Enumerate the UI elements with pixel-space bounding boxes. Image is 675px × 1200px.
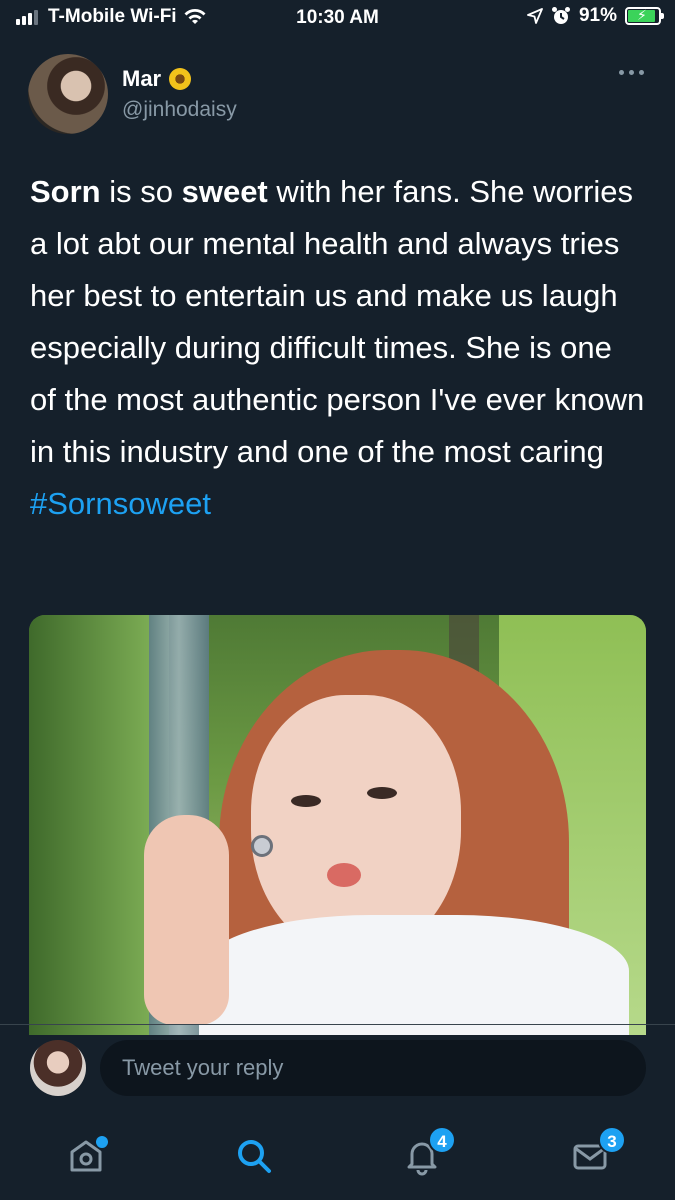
more-options-icon[interactable] — [619, 70, 644, 75]
battery-icon: ⚡ — [625, 7, 664, 25]
tweet-text: Sorn is so sweet with her fans. She worr… — [30, 166, 645, 530]
bold-sweet: sweet — [181, 174, 268, 209]
bottom-nav: 4 3 — [0, 1110, 675, 1200]
user-avatar[interactable] — [30, 1040, 86, 1096]
status-bar: T-Mobile Wi-Fi 10:30 AM 91% ⚡ — [0, 0, 675, 36]
messages-tab[interactable]: 3 — [566, 1126, 626, 1180]
author-handle[interactable]: @jinhodaisy — [122, 98, 237, 122]
author-name[interactable]: Mar — [122, 66, 192, 92]
home-new-dot — [96, 1136, 108, 1148]
sunflower-icon — [169, 68, 192, 90]
author-avatar[interactable] — [28, 54, 108, 134]
home-tab[interactable] — [62, 1132, 110, 1180]
search-icon — [238, 1140, 271, 1173]
battery-percent: 91% — [578, 5, 617, 26]
status-right: 91% ⚡ — [527, 5, 664, 27]
search-tab[interactable] — [230, 1132, 278, 1180]
location-icon — [527, 8, 543, 24]
reply-input[interactable]: Tweet your reply — [100, 1040, 646, 1096]
author-name-label: Mar — [122, 66, 162, 91]
mention-bold-sorn: Sorn — [30, 174, 101, 209]
divider — [0, 1024, 675, 1025]
hashtag-link[interactable]: #Sornsoweet — [30, 486, 211, 521]
notifications-badge: 4 — [428, 1126, 456, 1154]
tweet-header: Mar @jinhodaisy — [28, 54, 648, 134]
notifications-tab[interactable]: 4 — [398, 1126, 456, 1180]
tweet-photo[interactable] — [29, 615, 646, 1035]
tweet-text-part: is so — [100, 174, 182, 209]
messages-badge: 3 — [598, 1126, 626, 1154]
tweet-text-part: with her fans. She worries a lot abt our… — [30, 174, 645, 469]
alarm-icon — [551, 7, 570, 24]
